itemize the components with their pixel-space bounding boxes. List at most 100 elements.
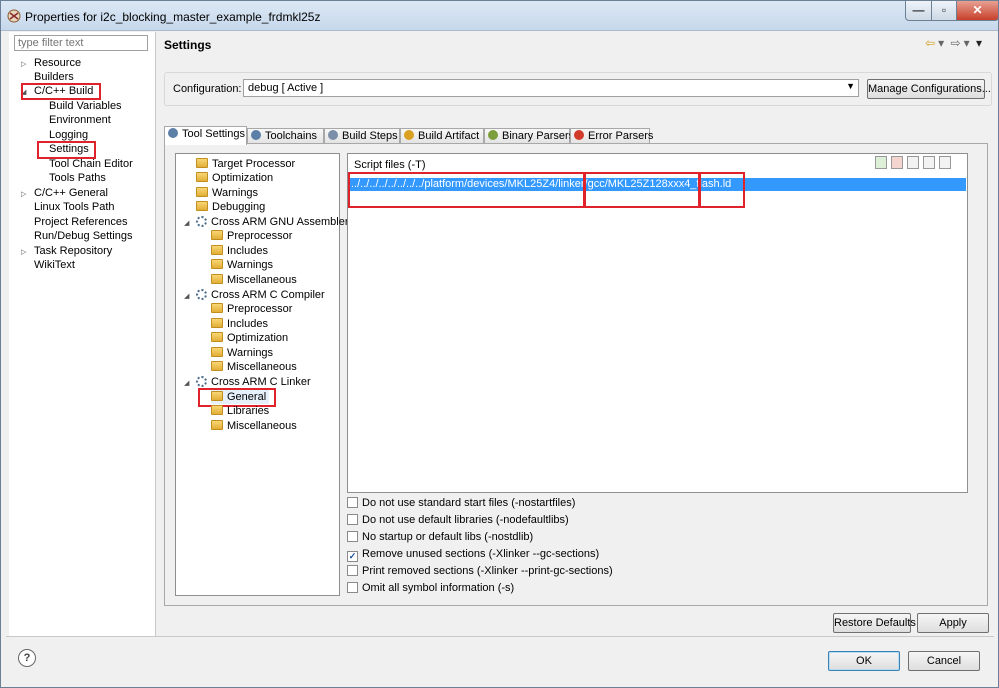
tree-item-asm-warnings[interactable]: Warnings	[211, 258, 273, 272]
expand-arrow-icon[interactable]: ▷	[21, 248, 26, 256]
build-artifact-icon	[404, 130, 414, 140]
close-window-button[interactable]: ✕	[956, 1, 999, 21]
tree-item-task-repository[interactable]: Task Repository	[34, 244, 112, 258]
back-menu-icon[interactable]: ▾	[938, 36, 944, 50]
maximize-button[interactable]: ▫	[931, 1, 957, 21]
tree-item-asm-preprocessor[interactable]: Preprocessor	[211, 229, 292, 243]
folder-icon	[196, 158, 208, 168]
folder-icon	[211, 230, 223, 240]
help-icon[interactable]: ?	[18, 649, 36, 667]
folder-icon	[211, 274, 223, 284]
tree-item-linker[interactable]: Cross ARM C Linker	[196, 375, 311, 389]
checkbox[interactable]: ✓	[347, 551, 358, 562]
option-gc-sections[interactable]: ✓ Remove unused sections (-Xlinker --gc-s…	[347, 547, 599, 562]
chevron-down-icon: ▼	[846, 81, 855, 91]
tree-item-builders[interactable]: Builders	[34, 70, 74, 84]
tree-item-cc-warnings[interactable]: Warnings	[211, 346, 273, 360]
tool-gear-icon	[196, 376, 207, 387]
checkbox[interactable]	[347, 565, 358, 576]
tree-item-asm-includes[interactable]: Includes	[211, 244, 268, 258]
tree-item-tools-paths[interactable]: Tools Paths	[49, 171, 106, 185]
expand-arrow-icon[interactable]: ▷	[21, 190, 26, 198]
option-nostartfiles[interactable]: Do not use standard start files (-nostar…	[347, 496, 575, 510]
tree-item-tool-chain-editor[interactable]: Tool Chain Editor	[49, 157, 133, 171]
tree-item-settings[interactable]: Settings	[49, 142, 89, 156]
option-nostdlib[interactable]: No startup or default libs (-nostdlib)	[347, 530, 533, 544]
tree-item-cpp-general[interactable]: C/C++ General	[34, 186, 108, 200]
tree-item-optimization[interactable]: Optimization	[196, 171, 273, 185]
cancel-button[interactable]: Cancel	[908, 651, 980, 671]
checkbox[interactable]	[347, 582, 358, 593]
tree-item-environment[interactable]: Environment	[49, 113, 111, 127]
tree-item-linux-tools-path[interactable]: Linux Tools Path	[34, 200, 115, 214]
view-menu-icon[interactable]: ▾	[976, 36, 982, 50]
tab-bar: Tool Settings Toolchains Build Steps Bui…	[164, 126, 994, 145]
tab-tool-settings[interactable]: Tool Settings	[164, 126, 247, 145]
expand-arrow-icon[interactable]: ▷	[21, 60, 26, 68]
collapse-arrow-icon[interactable]: ◢	[184, 292, 189, 300]
tree-item-build-variables[interactable]: Build Variables	[49, 99, 122, 113]
minimize-button[interactable]: —	[905, 1, 932, 21]
tree-item-logging[interactable]: Logging	[49, 128, 88, 142]
folder-icon	[211, 347, 223, 357]
filter-input[interactable]	[14, 35, 148, 51]
tree-item-debugging[interactable]: Debugging	[196, 200, 265, 214]
tab-build-artifact[interactable]: Build Artifact	[400, 128, 484, 144]
manage-configurations-button[interactable]: Manage Configurations...	[867, 79, 991, 99]
collapse-arrow-icon[interactable]: ◢	[21, 88, 26, 96]
delete-icon[interactable]	[891, 156, 903, 169]
tree-item-cc-includes[interactable]: Includes	[211, 317, 268, 331]
script-files-label: Script files (-T)	[354, 159, 426, 171]
tree-item-project-references[interactable]: Project References	[34, 215, 128, 229]
script-file-entry[interactable]: ../../../../../../../../platform/devices…	[350, 178, 966, 191]
restore-defaults-button[interactable]: Restore Defaults	[833, 613, 916, 633]
tab-toolchains[interactable]: Toolchains	[247, 128, 324, 144]
page-title: Settings	[164, 38, 212, 52]
forward-arrow-icon[interactable]: ⇨	[951, 36, 961, 50]
tree-item-assembler[interactable]: Cross ARM GNU Assembler	[196, 215, 349, 229]
tree-item-cc-misc[interactable]: Miscellaneous	[211, 360, 297, 374]
tree-item-asm-misc[interactable]: Miscellaneous	[211, 273, 297, 287]
configuration-row: Configuration: debug [ Active ] ▼ Manage…	[164, 72, 992, 106]
checkbox[interactable]	[347, 514, 358, 525]
tab-build-steps[interactable]: Build Steps	[324, 128, 400, 144]
tab-error-parsers[interactable]: Error Parsers	[570, 128, 653, 144]
tree-item-wikitext[interactable]: WikiText	[34, 258, 75, 272]
tree-item-ld-general[interactable]: General	[211, 390, 270, 404]
back-arrow-icon[interactable]: ⇦	[925, 36, 935, 50]
checkbox[interactable]	[347, 531, 358, 542]
collapse-arrow-icon[interactable]: ◢	[184, 379, 189, 387]
error-parsers-icon	[574, 130, 584, 140]
tree-item-ld-libraries[interactable]: Libraries	[211, 404, 269, 418]
forward-menu-icon[interactable]: ▾	[964, 36, 970, 50]
apply-button[interactable]: Apply	[917, 613, 989, 633]
edit-icon[interactable]	[907, 156, 919, 169]
option-nodefaultlibs[interactable]: Do not use default libraries (-nodefault…	[347, 513, 569, 527]
tree-item-cc-optimization[interactable]: Optimization	[211, 331, 288, 345]
tree-item-compiler[interactable]: Cross ARM C Compiler	[196, 288, 325, 302]
folder-icon	[211, 361, 223, 371]
tree-item-warnings[interactable]: Warnings	[196, 186, 258, 200]
tree-item-cpp-build[interactable]: C/C++ Build	[34, 84, 93, 98]
ok-button[interactable]: OK	[828, 651, 900, 671]
tab-binary-parsers[interactable]: Binary Parsers	[484, 128, 574, 144]
tree-item-run-debug-settings[interactable]: Run/Debug Settings	[34, 229, 132, 243]
page-header: Settings ⇦ ▾ ⇨ ▾ ▾	[158, 32, 994, 56]
collapse-arrow-icon[interactable]: ◢	[184, 219, 189, 227]
script-file-path: ../../../../../../../../platform/devices…	[351, 178, 608, 190]
add-icon[interactable]	[875, 156, 887, 169]
tree-item-resource[interactable]: Resource	[34, 56, 81, 70]
folder-icon	[211, 303, 223, 313]
folder-icon	[211, 420, 223, 430]
option-print-gc-sections[interactable]: Print removed sections (-Xlinker --print…	[347, 564, 613, 578]
window-title: Properties for i2c_blocking_master_examp…	[25, 10, 321, 24]
configuration-select[interactable]: debug [ Active ] ▼	[243, 79, 859, 97]
checkbox[interactable]	[347, 497, 358, 508]
move-up-icon[interactable]	[923, 156, 935, 169]
tree-item-ld-misc[interactable]: Miscellaneous	[211, 419, 297, 433]
move-down-icon[interactable]	[939, 156, 951, 169]
script-files-list: Script files (-T) ../../../../../../../.…	[347, 153, 968, 493]
option-strip-symbols[interactable]: Omit all symbol information (-s)	[347, 581, 514, 595]
tree-item-cc-preprocessor[interactable]: Preprocessor	[211, 302, 292, 316]
tree-item-target-processor[interactable]: Target Processor	[196, 157, 295, 171]
